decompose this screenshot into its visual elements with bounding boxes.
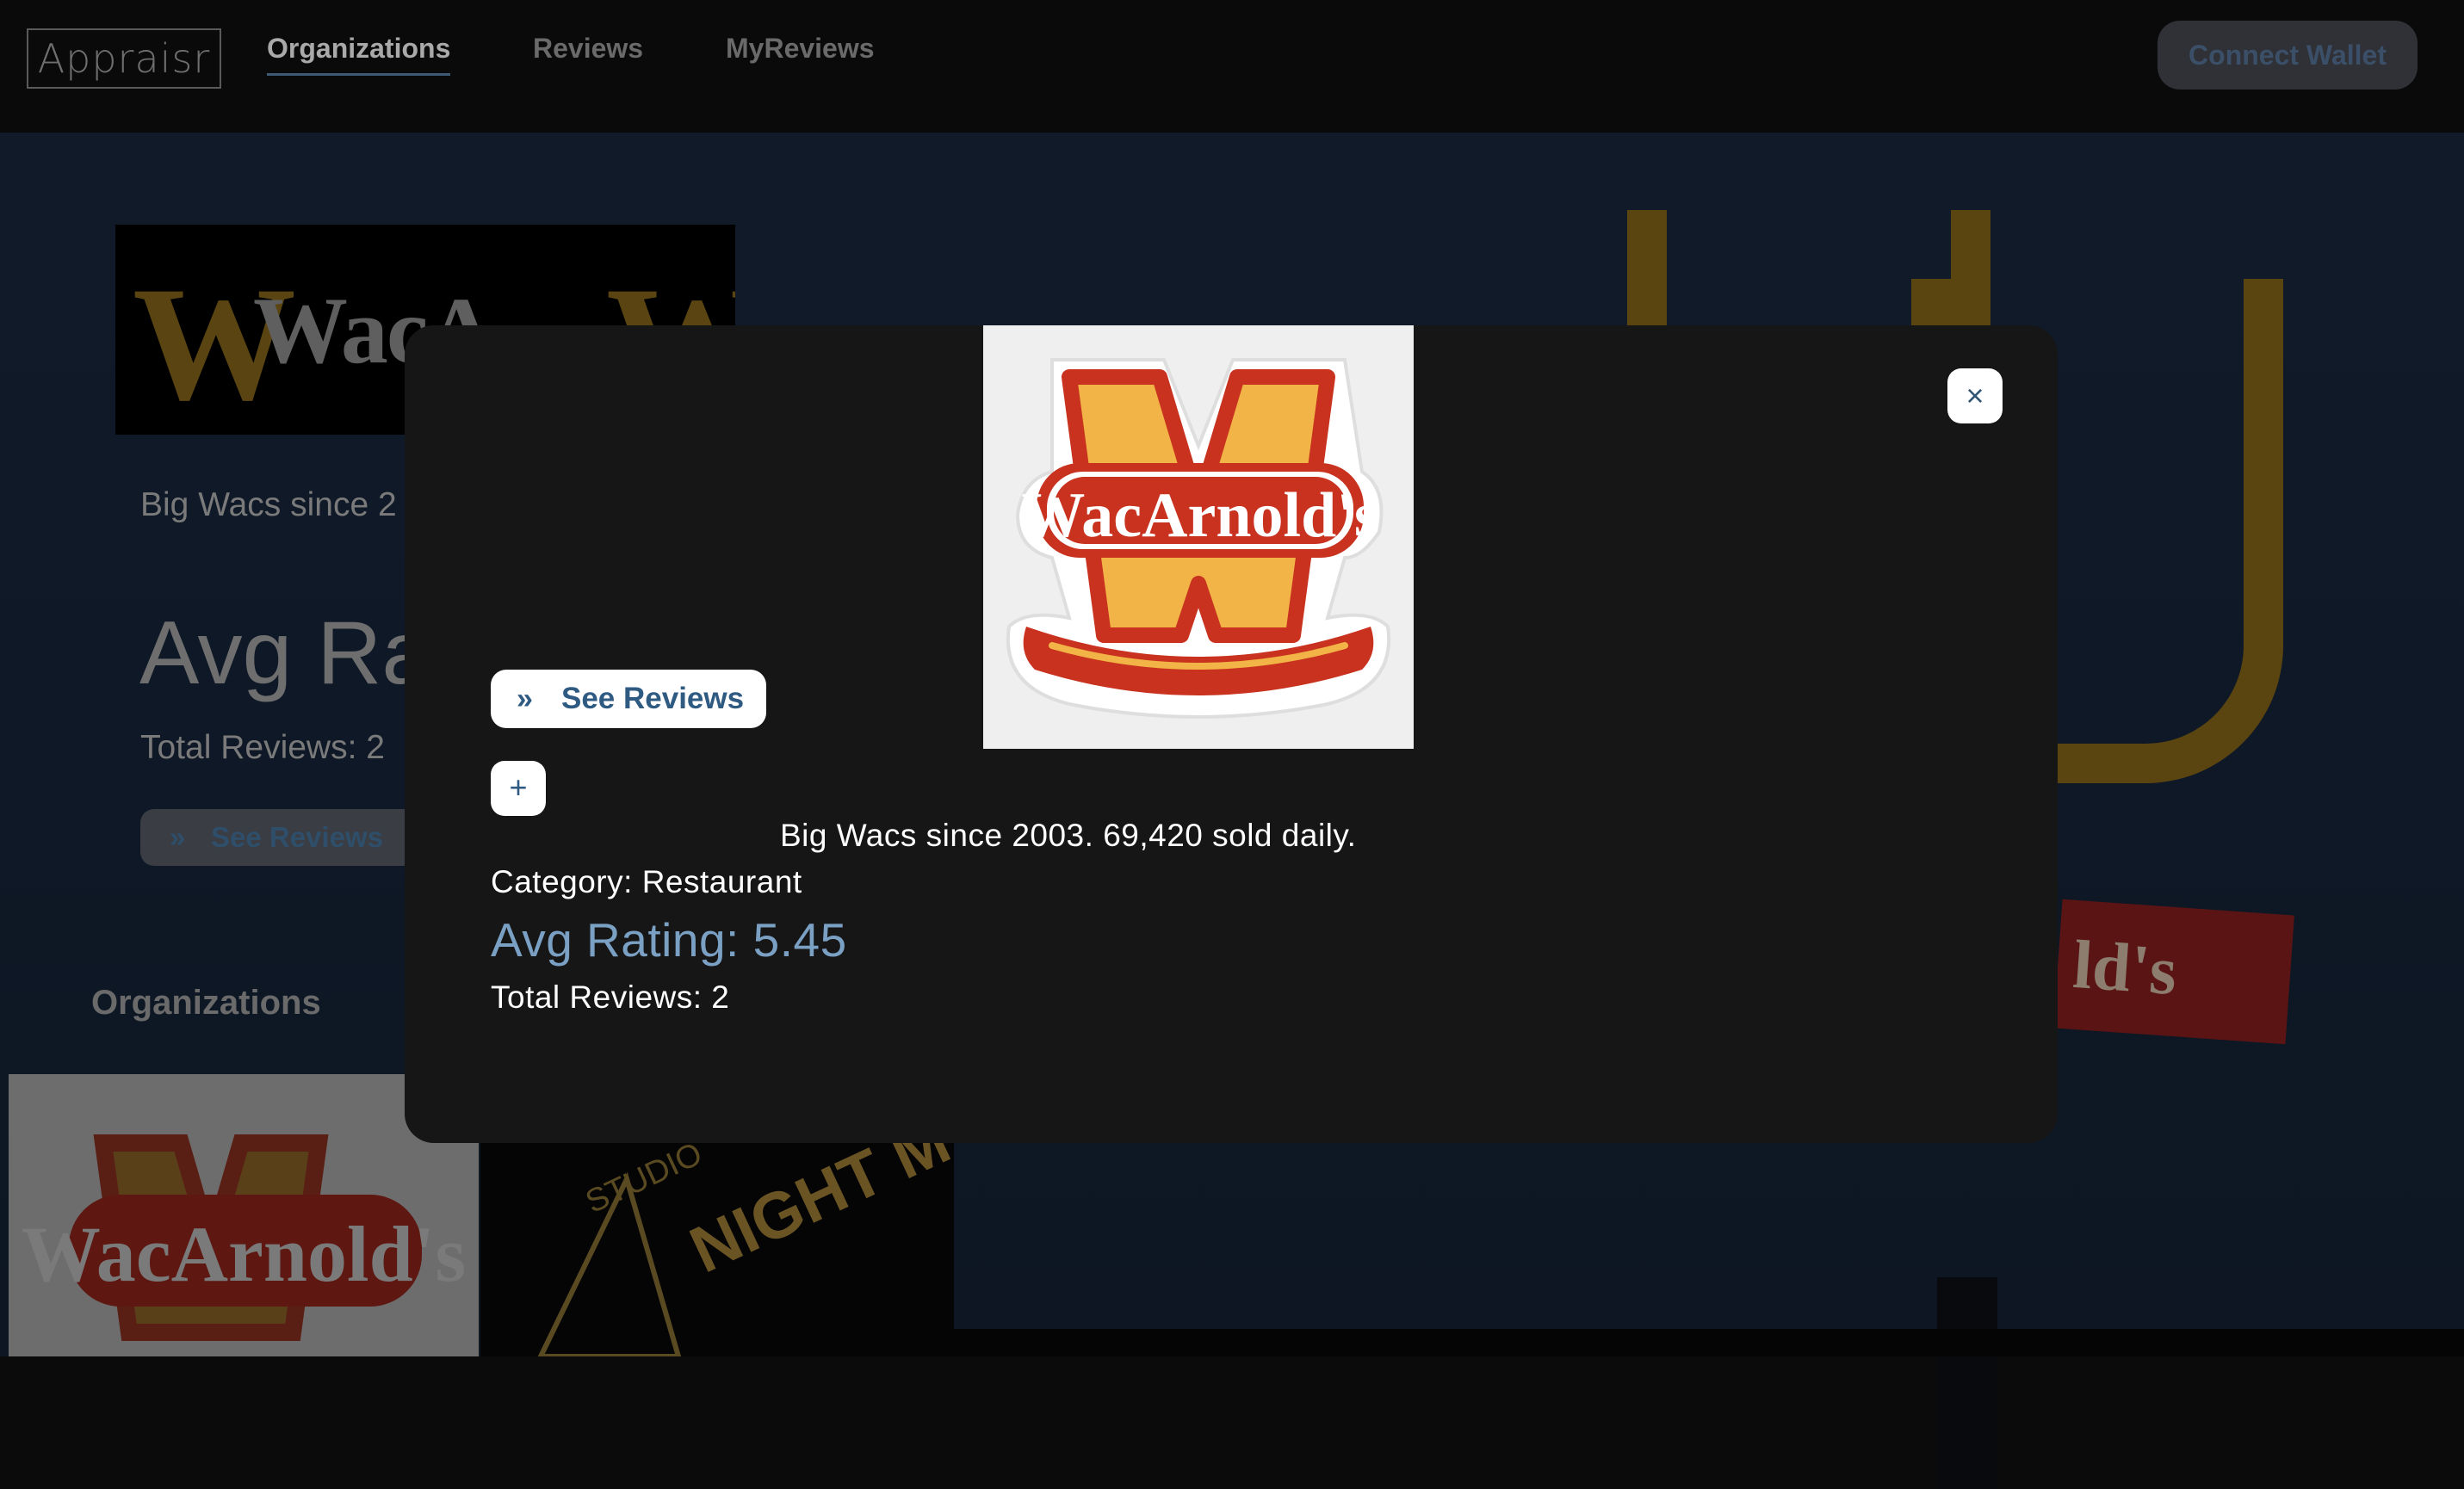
close-icon: × <box>1966 378 1984 413</box>
night-magic-card-logo: STUDIO NIGHT MAGIC <box>537 1128 954 1356</box>
organization-logo-image: WacArnold's <box>983 325 1414 749</box>
top-nav: Appraisr Organizations Reviews MyReviews… <box>0 0 2464 133</box>
chevron-right-icon: » <box>170 821 186 853</box>
organization-avg-rating: Avg Rating: 5.45 <box>491 913 847 967</box>
organization-modal: WacArnold's × » See Reviews + Big Wacs s… <box>405 325 2058 1143</box>
close-modal-button[interactable]: × <box>1947 368 2003 423</box>
nav-organizations[interactable]: Organizations <box>267 33 451 76</box>
modal-logo-text: WacArnold's <box>1021 480 1378 551</box>
see-reviews-button[interactable]: » See Reviews <box>491 670 766 728</box>
plus-icon: + <box>509 769 528 805</box>
organizations-heading: Organizations <box>91 984 321 1022</box>
organization-description: Big Wacs since 2003. 69,420 sold daily. <box>780 818 1357 853</box>
add-review-button[interactable]: + <box>491 761 546 816</box>
sign-board: ld's <box>2053 899 2294 1045</box>
org-avg-rating: Avg Ra <box>139 603 432 703</box>
chevron-right-icon: » <box>517 683 533 715</box>
card-logo-text: WacArnold's <box>22 1210 466 1298</box>
bg-see-reviews-label: See Reviews <box>211 821 383 853</box>
card-nightmagic-text: NIGHT MAGIC <box>679 1128 954 1287</box>
org-description: Big Wacs since 2 <box>140 486 397 523</box>
card-studio-text: STUDIO <box>580 1135 708 1220</box>
organization-total-reviews: Total Reviews: 2 <box>491 979 730 1015</box>
appraisr-logo[interactable]: Appraisr <box>27 28 221 89</box>
connect-wallet-button[interactable]: Connect Wallet <box>2158 21 2418 90</box>
see-reviews-label: See Reviews <box>561 682 745 715</box>
org-card-studio-night-magic[interactable]: STUDIO NIGHT MAGIC <box>480 1128 954 1356</box>
bg-see-reviews-button[interactable]: » See Reviews <box>140 809 424 866</box>
bottom-bar <box>954 1329 2464 1356</box>
nav-reviews[interactable]: Reviews <box>533 33 643 65</box>
wacarnolds-logo: WacArnold's <box>1006 358 1391 719</box>
sign-pole <box>1937 1277 1997 1489</box>
nav-myreviews[interactable]: MyReviews <box>726 33 875 65</box>
organization-category: Category: Restaurant <box>491 864 802 899</box>
org-total-reviews: Total Reviews: 2 <box>140 729 385 766</box>
